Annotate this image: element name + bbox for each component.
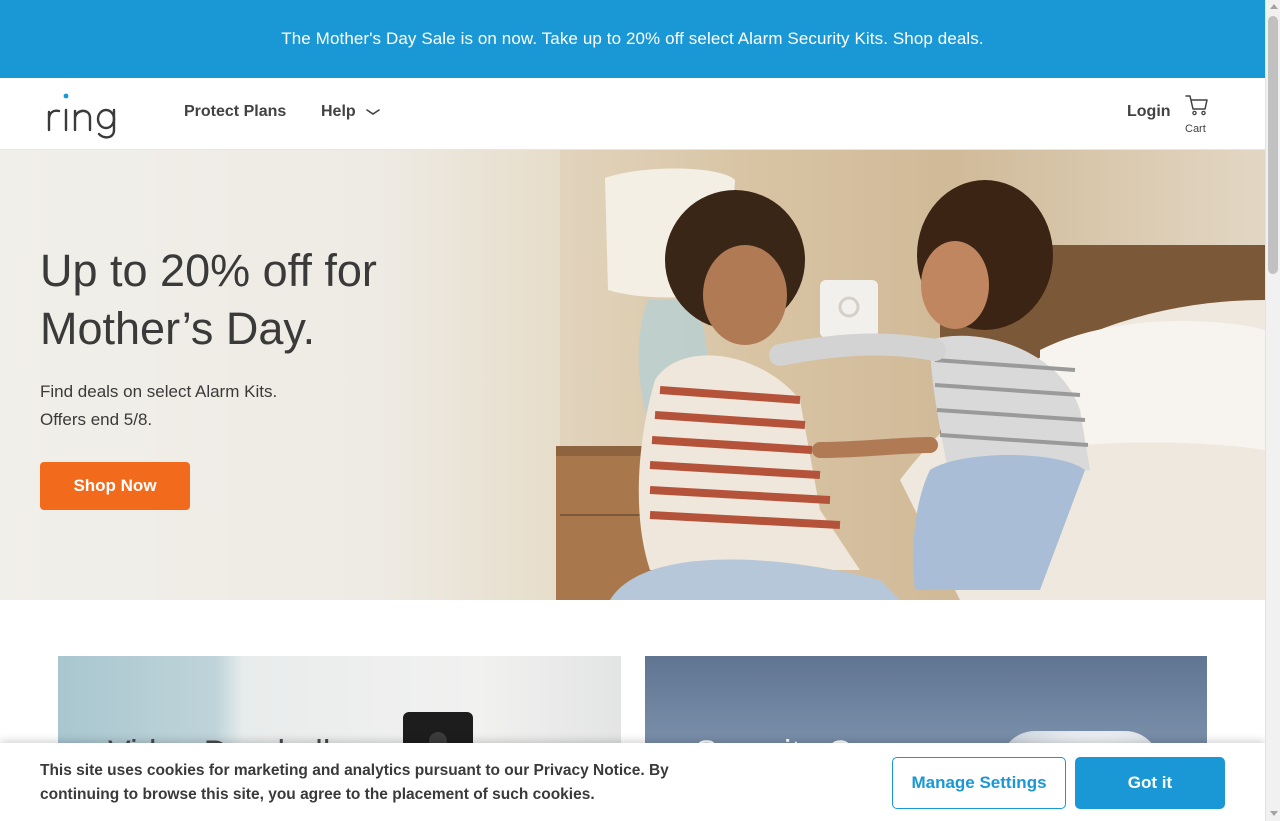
cookie-banner: This site uses cookies for marketing and… <box>0 743 1265 821</box>
scroll-down-arrow-icon[interactable] <box>1270 811 1278 816</box>
hero-subtitle-line-1: Find deals on select Alarm Kits. <box>40 382 278 401</box>
manage-settings-button[interactable]: Manage Settings <box>892 757 1066 809</box>
scroll-thumb[interactable] <box>1268 16 1278 274</box>
shopping-cart-icon <box>1185 95 1208 116</box>
vertical-scrollbar[interactable] <box>1265 0 1280 821</box>
hero-subtitle-line-2: Offers end 5/8. <box>40 410 153 429</box>
promo-banner[interactable]: The Mother's Day Sale is on now. Take up… <box>0 0 1265 78</box>
hero-title-line-2: Mother’s Day. <box>40 303 316 354</box>
ring-logo[interactable]: ring <box>46 90 126 140</box>
login-link[interactable]: Login <box>1127 103 1171 121</box>
cookie-message: This site uses cookies for marketing and… <box>40 762 669 803</box>
chevron-down-icon <box>365 109 380 115</box>
hero-image <box>556 150 1265 600</box>
cart-button[interactable]: Cart <box>1183 94 1213 138</box>
site-header: ring Protect Plans Help Login <box>0 78 1265 150</box>
nav-help[interactable]: Help <box>321 103 381 121</box>
hero-title-line-1: Up to 20% off for <box>40 245 377 296</box>
nav-help-label: Help <box>321 103 356 120</box>
shop-now-button[interactable]: Shop Now <box>40 462 190 510</box>
hero-title: Up to 20% off for Mother’s Day. <box>40 242 460 358</box>
scroll-up-arrow-icon[interactable] <box>1270 4 1278 9</box>
hero-banner: Up to 20% off for Mother’s Day. Find dea… <box>0 150 1265 600</box>
got-it-button[interactable]: Got it <box>1075 757 1225 809</box>
nav-protect-plans[interactable]: Protect Plans <box>184 103 286 121</box>
page: The Mother's Day Sale is on now. Take up… <box>0 0 1265 821</box>
promo-link[interactable]: The Mother's Day Sale is on now. Take up… <box>281 29 983 49</box>
hero-subtitle: Find deals on select Alarm Kits. Offers … <box>40 378 277 434</box>
cart-label: Cart <box>1185 123 1206 135</box>
